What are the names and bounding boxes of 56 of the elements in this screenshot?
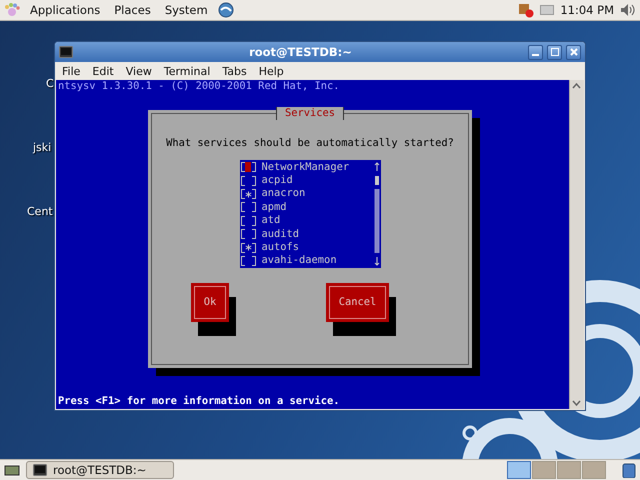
service-name[interactable]: apmd: [262, 200, 287, 214]
menu-item[interactable]: Terminal: [158, 64, 216, 78]
panel-menu[interactable]: Places: [110, 3, 155, 17]
service-checkbox[interactable]: [240, 242, 256, 253]
menu-item[interactable]: Help: [254, 64, 289, 78]
service-checkbox[interactable]: [240, 256, 256, 266]
window-title: root@TESTDB:~: [248, 45, 353, 59]
dialog-title: Services: [276, 107, 344, 120]
close-button[interactable]: [566, 44, 581, 60]
workspace-switcher[interactable]: [532, 461, 556, 479]
terminal-scrollbar[interactable]: [569, 80, 584, 409]
speaker-icon[interactable]: [620, 2, 636, 18]
panel-clock[interactable]: 11:04 PM: [560, 3, 614, 17]
panel-menu[interactable]: System: [160, 3, 212, 17]
terminal-icon: [33, 464, 47, 476]
dialog-button[interactable]: Ok: [191, 282, 229, 322]
service-name[interactable]: avahi-daemon: [262, 254, 337, 268]
service-checkbox[interactable]: [240, 189, 256, 200]
terminal-header-text: ntsysv 1.3.30.1 - (C) 2000-2001 Red Hat, Inc.: [58, 80, 341, 94]
workspace-switcher[interactable]: [582, 461, 606, 479]
menu-item[interactable]: View: [120, 64, 157, 78]
service-name[interactable]: NetworkManager: [262, 160, 350, 174]
minimize-button[interactable]: [528, 44, 543, 60]
service-checkbox[interactable]: [240, 229, 256, 240]
dialog-question: What services should be automatically started?: [166, 137, 454, 151]
trash-icon[interactable]: [622, 462, 636, 478]
taskbar-window-button[interactable]: root@TESTDB:~: [26, 461, 174, 479]
menu-item[interactable]: Tabs: [217, 64, 252, 78]
service-checkbox[interactable]: [240, 176, 256, 186]
service-name[interactable]: anacron: [262, 187, 306, 201]
workspace-switcher[interactable]: [557, 461, 581, 479]
service-checkbox[interactable]: [240, 216, 256, 226]
maximize-icon: [550, 48, 558, 56]
close-icon: [570, 48, 578, 56]
service-name[interactable]: auditd: [262, 228, 300, 241]
maximize-button[interactable]: [547, 44, 562, 60]
terminal-icon: [59, 46, 73, 58]
menu-item[interactable]: File: [57, 64, 86, 78]
update-alert-icon[interactable]: [518, 2, 534, 18]
desktop-icon-label[interactable]: jski: [33, 141, 52, 154]
network-icon[interactable]: [218, 2, 234, 18]
workspace-switcher[interactable]: [507, 461, 531, 479]
service-checkbox[interactable]: [240, 202, 256, 212]
dialog-button[interactable]: Cancel: [326, 282, 389, 322]
service-name[interactable]: autofs: [262, 240, 300, 254]
terminal-footer-text: Press <F1> for more information on a service.: [58, 395, 341, 409]
service-name[interactable]: atd: [262, 214, 280, 228]
asterisk-icon: [244, 190, 252, 198]
service-checkbox[interactable]: [240, 162, 256, 172]
menu-item[interactable]: Edit: [87, 64, 119, 78]
panel-menu[interactable]: Applications: [26, 3, 104, 17]
service-name[interactable]: acpid: [262, 174, 293, 188]
desktop-icon-label[interactable]: Cent: [27, 205, 53, 218]
asterisk-icon: [244, 244, 252, 252]
list-scrollbar[interactable]: [372, 160, 380, 267]
desktop-icon-label[interactable]: C: [46, 77, 54, 90]
